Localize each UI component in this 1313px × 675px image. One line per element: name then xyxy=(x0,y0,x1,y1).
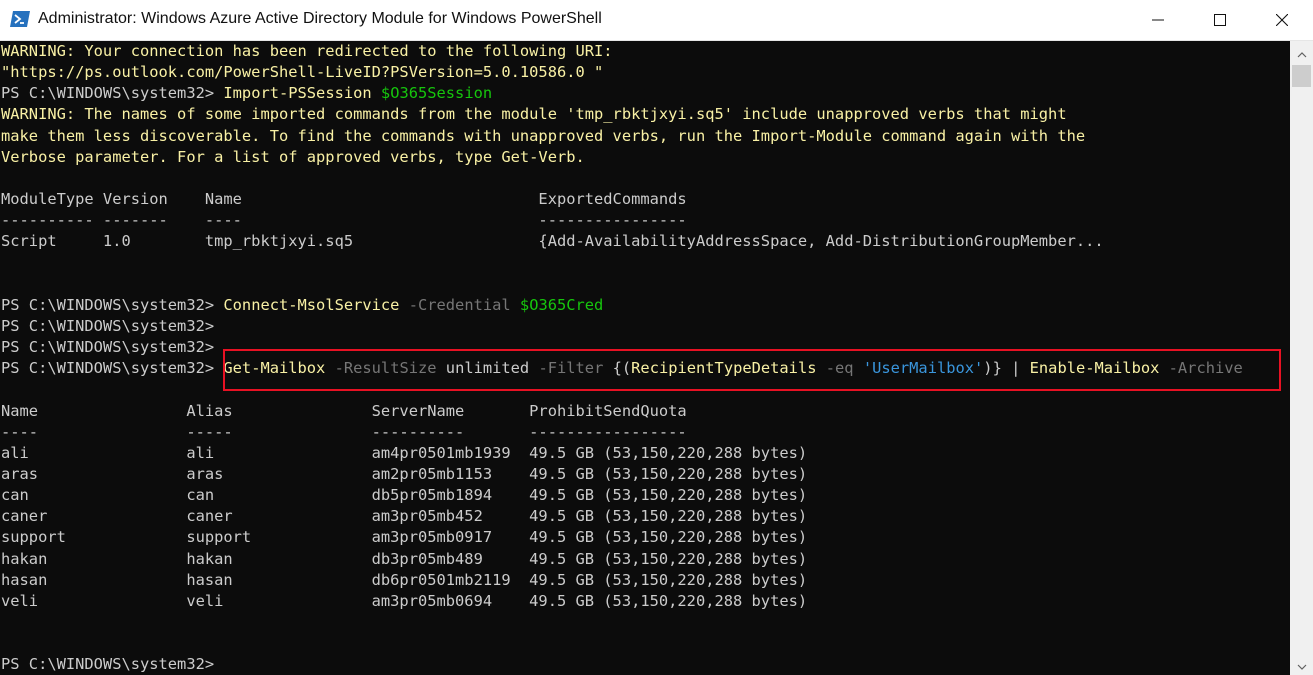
console-line: ali ali am4pr0501mb1939 49.5 GB (53,150,… xyxy=(1,443,807,464)
console-line: Script 1.0 tmp_rbktjxyi.sq5 {Add-Availab… xyxy=(1,231,1104,252)
console-line: aras aras am2pr05mb1153 49.5 GB (53,150,… xyxy=(1,464,807,485)
console-text-segment: ---- ----- ---------- ----------------- xyxy=(1,422,687,441)
chevron-down-icon xyxy=(1297,655,1307,674)
maximize-icon xyxy=(1214,11,1226,30)
console-line: PS C:\WINDOWS\system32> Connect-MsolServ… xyxy=(1,295,603,316)
console-line: hasan hasan db6pr0501mb2119 49.5 GB (53,… xyxy=(1,570,807,591)
console-line: "https://ps.outlook.com/PowerShell-LiveI… xyxy=(1,62,603,83)
console-line: caner caner am3pr05mb452 49.5 GB (53,150… xyxy=(1,506,807,527)
console-text-segment: hakan hakan db3pr05mb489 49.5 GB (53,150… xyxy=(1,549,808,568)
console-text-segment: hasan hasan db6pr0501mb2119 49.5 GB (53,… xyxy=(1,570,808,589)
console-line: PS C:\WINDOWS\system32> xyxy=(1,337,214,358)
console-line: make them less discoverable. To find the… xyxy=(1,126,1085,147)
scroll-up-button[interactable] xyxy=(1290,41,1313,63)
console-line: PS C:\WINDOWS\system32> Import-PSSession… xyxy=(1,83,492,104)
console-text-segment: support support am3pr05mb0917 49.5 GB (5… xyxy=(1,528,808,547)
console-line: can can db5pr05mb1894 49.5 GB (53,150,22… xyxy=(1,485,807,506)
console-line: ---------- ------- ---- ---------------- xyxy=(1,210,687,231)
console-text-segment: can can db5pr05mb1894 49.5 GB (53,150,22… xyxy=(1,486,808,505)
console-line: hakan hakan db3pr05mb489 49.5 GB (53,150… xyxy=(1,549,807,570)
vertical-scrollbar[interactable] xyxy=(1290,41,1313,675)
scroll-thumb[interactable] xyxy=(1292,65,1311,87)
console-line: WARNING: The names of some imported comm… xyxy=(1,104,1067,125)
console-text-segment: veli veli am3pr05mb0694 49.5 GB (53,150,… xyxy=(1,591,808,610)
console-text-segment: PS C:\WINDOWS\system32> xyxy=(1,655,215,674)
console-text-segment: "https://ps.outlook.com/PowerShell-LiveI… xyxy=(1,63,604,82)
maximize-button[interactable] xyxy=(1189,0,1251,40)
scroll-down-button[interactable] xyxy=(1290,653,1313,675)
console-text-segment: ---------- ------- ---- ---------------- xyxy=(1,211,687,230)
console-line: Name Alias ServerName ProhibitSendQuota xyxy=(1,401,687,422)
console-line: PS C:\WINDOWS\system32> xyxy=(1,654,214,675)
console-text-segment: PS C:\WINDOWS\system32> xyxy=(1,359,224,378)
console-text-segment: Connect-MsolService xyxy=(223,295,409,314)
console-text-segment: $O365Session xyxy=(380,84,493,103)
console-text-segment: PS C:\WINDOWS\system32> xyxy=(1,316,215,335)
console-text-segment: ModuleType Version Name ExportedCommands xyxy=(1,190,687,209)
window-title: Administrator: Windows Azure Active Dire… xyxy=(38,10,602,27)
console-text-segment: -Credential xyxy=(408,295,520,314)
console-line: ---- ----- ---------- ----------------- xyxy=(1,422,687,443)
console-line: veli veli am3pr05mb0694 49.5 GB (53,150,… xyxy=(1,591,807,612)
title-bar[interactable]: Administrator: Windows Azure Active Dire… xyxy=(0,0,1313,41)
console-text-segment: ali ali am4pr0501mb1939 49.5 GB (53,150,… xyxy=(1,443,808,462)
console-line: WARNING: Your connection has been redire… xyxy=(1,41,613,62)
console-text-segment: Script 1.0 tmp_rbktjxyi.sq5 {Add-Availab… xyxy=(1,232,1104,251)
console-line: PS C:\WINDOWS\system32> xyxy=(1,316,214,337)
highlighted-command-box xyxy=(223,349,1281,391)
console-line: Verbose parameter. For a list of approve… xyxy=(1,147,585,168)
minimize-button[interactable] xyxy=(1127,0,1189,40)
chevron-up-icon xyxy=(1297,43,1307,62)
console-text-segment: PS C:\WINDOWS\system32> xyxy=(1,295,224,314)
console-text-segment: Import-PSSession xyxy=(223,84,381,103)
console-text-segment: make them less discoverable. To find the… xyxy=(1,126,1086,145)
console-line: ModuleType Version Name ExportedCommands xyxy=(1,189,687,210)
console-text-segment: $O365Cred xyxy=(519,295,604,314)
close-button[interactable] xyxy=(1251,0,1313,40)
console-text-segment: Name Alias ServerName ProhibitSendQuota xyxy=(1,401,687,420)
console-text-segment: WARNING: Your connection has been redire… xyxy=(1,42,613,60)
console-text-segment: PS C:\WINDOWS\system32> xyxy=(1,84,224,103)
console-text-segment: WARNING: The names of some imported comm… xyxy=(1,105,1067,124)
close-icon xyxy=(1275,11,1289,30)
console-text-segment: PS C:\WINDOWS\system32> xyxy=(1,338,215,357)
console-text-segment: Verbose parameter. For a list of approve… xyxy=(1,147,585,166)
console-text-segment: aras aras am2pr05mb1153 49.5 GB (53,150,… xyxy=(1,465,808,483)
console-text-segment: caner caner am3pr05mb452 49.5 GB (53,150… xyxy=(1,507,808,526)
minimize-icon xyxy=(1152,11,1164,30)
powershell-icon xyxy=(10,11,30,27)
console-line: support support am3pr05mb0917 49.5 GB (5… xyxy=(1,527,807,548)
